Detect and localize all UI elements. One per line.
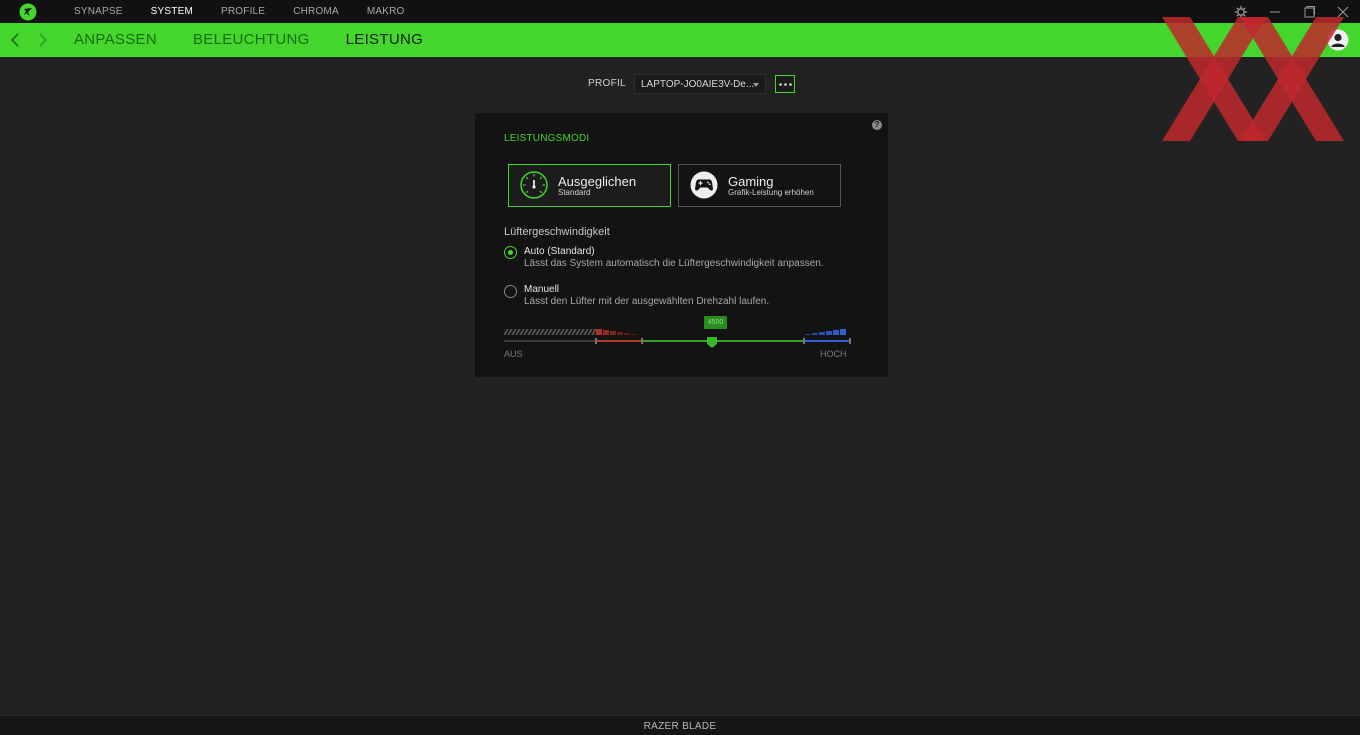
back-arrow-icon[interactable] — [8, 32, 24, 48]
more-dots-icon — [779, 83, 792, 86]
topnav-chroma[interactable]: CHROMA — [293, 0, 339, 23]
top-bar: SYNAPSE SYSTEM PROFILE CHROMA MAKRO — [0, 0, 1360, 23]
fan-manual-radio[interactable] — [504, 285, 517, 298]
performance-card: ? LEISTUNGSMODI Ausgeglichen Standard Ga… — [475, 113, 888, 377]
topnav-makro[interactable]: MAKRO — [367, 0, 405, 23]
chevron-down-icon — [753, 83, 759, 87]
slider-min-label: AUS — [504, 349, 523, 359]
top-nav: SYNAPSE SYSTEM PROFILE CHROMA MAKRO — [74, 0, 433, 23]
mode-gaming-title: Gaming — [728, 174, 774, 189]
fan-speed-title: Lüftergeschwindigkeit — [504, 226, 610, 238]
fan-auto-radio[interactable] — [504, 246, 517, 259]
user-avatar-icon[interactable] — [1327, 29, 1349, 51]
help-icon[interactable]: ? — [872, 120, 882, 130]
device-footer: RAZER BLADE — [0, 715, 1360, 735]
profile-label: PROFIL — [588, 78, 626, 89]
fan-auto-desc: Lässt das System automatisch die Lüfterg… — [524, 258, 824, 269]
forward-arrow-icon[interactable] — [34, 32, 50, 48]
speedometer-icon — [520, 171, 548, 199]
mode-balanced-subtitle: Standard — [558, 188, 591, 197]
mode-gaming-button[interactable]: Gaming Grafik-Leistung erhöhen — [678, 164, 841, 207]
minimize-icon[interactable] — [1268, 5, 1282, 19]
topnav-profile[interactable]: PROFILE — [221, 0, 265, 23]
fan-manual-desc: Lässt den Lüfter mit der ausgewählten Dr… — [524, 296, 770, 307]
mode-balanced-button[interactable]: Ausgeglichen Standard — [508, 164, 671, 207]
fan-speed-slider[interactable] — [504, 313, 852, 363]
mode-gaming-subtitle: Grafik-Leistung erhöhen — [728, 188, 814, 197]
device-name: RAZER BLADE — [643, 721, 717, 732]
topnav-system[interactable]: SYSTEM — [151, 0, 193, 23]
slider-max-label: HOCH — [820, 349, 847, 359]
performance-modes-title: LEISTUNGSMODI — [504, 133, 590, 144]
fan-manual-title: Manuell — [524, 284, 560, 295]
tab-beleuchtung[interactable]: BELEUCHTUNG — [193, 23, 310, 57]
profile-selected-value: LAPTOP-JO0AIE3V-De... — [641, 79, 755, 90]
settings-icon[interactable] — [1234, 5, 1248, 19]
profile-more-button[interactable] — [775, 75, 795, 93]
tab-leistung[interactable]: LEISTUNG — [346, 23, 423, 57]
sub-nav-bar: ANPASSEN BELEUCHTUNG LEISTUNG — [0, 23, 1360, 57]
mode-balanced-title: Ausgeglichen — [558, 174, 637, 189]
profile-dropdown[interactable]: LAPTOP-JO0AIE3V-De... — [634, 74, 766, 94]
close-icon[interactable] — [1336, 5, 1350, 19]
tab-anpassen[interactable]: ANPASSEN — [74, 23, 157, 57]
razer-logo-icon[interactable] — [19, 3, 37, 21]
maximize-icon[interactable] — [1302, 5, 1316, 19]
gamepad-icon — [690, 171, 718, 199]
fan-auto-title: Auto (Standard) — [524, 246, 595, 257]
sub-nav: ANPASSEN BELEUCHTUNG LEISTUNG — [74, 23, 459, 57]
topnav-synapse[interactable]: SYNAPSE — [74, 0, 123, 23]
